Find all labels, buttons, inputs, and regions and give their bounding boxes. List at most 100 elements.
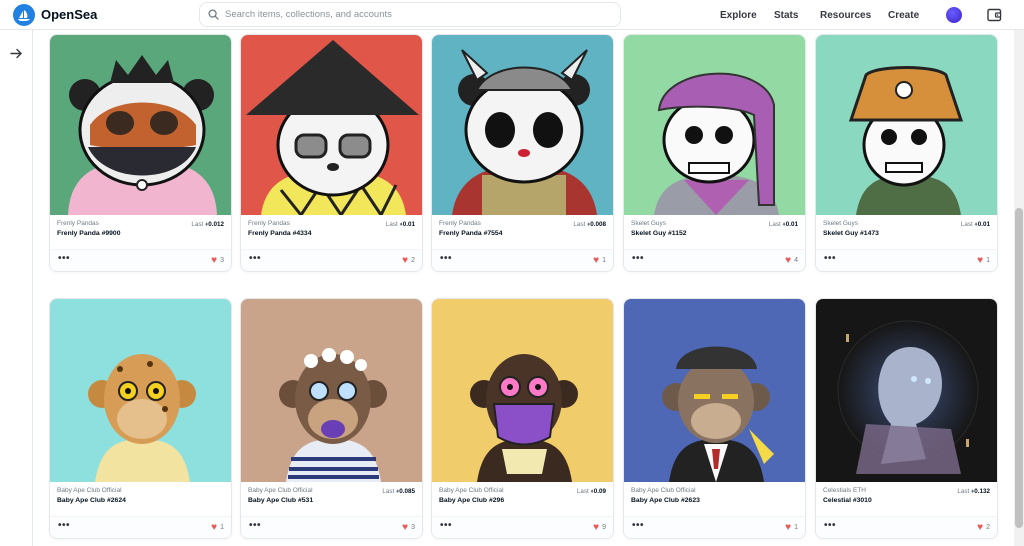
favorite-button[interactable]: ♥ 1 [977, 255, 990, 266]
search-bar[interactable] [199, 2, 621, 27]
nav-resources[interactable]: Resources [820, 0, 871, 30]
nav-create[interactable]: Create [888, 0, 919, 30]
heart-icon: ♥ [402, 522, 409, 533]
item-name: Frenly Panda #7554 [439, 230, 503, 237]
profile-avatar[interactable] [946, 7, 962, 23]
top-navigation-bar: OpenSea Explore Stats Resources Create [0, 0, 1024, 30]
card-info: Frenly Pandas Frenly Panda #7554 Last ♦0… [432, 215, 613, 249]
card-info: Baby Ape Club Official Baby Ape Club #29… [432, 482, 613, 516]
heart-icon: ♥ [593, 522, 600, 533]
page-scrollbar[interactable] [1014, 30, 1024, 546]
nft-image-baby-ape [241, 299, 422, 482]
nft-image-celestial [816, 299, 997, 482]
item-name: Skelet Guy #1473 [823, 230, 879, 237]
favorite-count: 1 [220, 524, 224, 531]
favorite-button[interactable]: ♥ 2 [977, 522, 990, 533]
more-options-button[interactable]: ••• [440, 520, 452, 531]
nft-card[interactable]: Frenly Pandas Frenly Panda #4334 Last ♦0… [240, 34, 423, 272]
more-options-button[interactable]: ••• [440, 253, 452, 264]
card-footer: ••• ♥ 3 [50, 249, 231, 271]
nft-card[interactable]: Baby Ape Club Official Baby Ape Club #26… [623, 298, 806, 539]
card-footer: ••• ♥ 2 [816, 516, 997, 538]
favorite-button[interactable]: ♥ 2 [402, 255, 415, 266]
heart-icon: ♥ [977, 522, 984, 533]
favorite-button[interactable]: ♥ 3 [211, 255, 224, 266]
card-info: Baby Ape Club Official Baby Ape Club #26… [50, 482, 231, 516]
favorite-button[interactable]: ♥ 1 [211, 522, 224, 533]
favorite-button[interactable]: ♥ 9 [593, 522, 606, 533]
item-name: Baby Ape Club #531 [248, 497, 314, 504]
last-price: Last ♦0.01 [385, 221, 415, 228]
nft-image-baby-ape [432, 299, 613, 482]
nft-image-baby-ape [624, 299, 805, 482]
nft-image-frenly-panda [432, 35, 613, 215]
favorite-count: 4 [794, 257, 798, 264]
more-options-button[interactable]: ••• [249, 253, 261, 264]
heart-icon: ♥ [977, 255, 984, 266]
heart-icon: ♥ [785, 522, 792, 533]
item-name: Frenly Panda #9900 [57, 230, 121, 237]
collection-name[interactable]: Baby Ape Club Official [631, 487, 798, 494]
nft-card[interactable]: Baby Ape Club Official Baby Ape Club #26… [49, 298, 232, 539]
nft-card[interactable]: Skelet Guys Skelet Guy #1152 Last ♦0.01 … [623, 34, 806, 272]
collection-name[interactable]: Baby Ape Club Official [57, 487, 224, 494]
nft-card[interactable]: Frenly Pandas Frenly Panda #7554 Last ♦0… [431, 34, 614, 272]
nft-card[interactable]: Celestials ETH Celestial #3010 Last ♦0.1… [815, 298, 998, 539]
nft-card[interactable]: Skelet Guys Skelet Guy #1473 Last ♦0.01 … [815, 34, 998, 272]
nft-card[interactable]: Baby Ape Club Official Baby Ape Club #53… [240, 298, 423, 539]
more-options-button[interactable]: ••• [824, 253, 836, 264]
last-price: Last ♦0.008 [573, 221, 606, 228]
favorite-count: 3 [411, 524, 415, 531]
heart-icon: ♥ [211, 255, 218, 266]
card-info: Baby Ape Club Official Baby Ape Club #26… [624, 482, 805, 516]
heart-icon: ♥ [402, 255, 409, 266]
nft-image-skelet-guy [816, 35, 997, 215]
card-info: Baby Ape Club Official Baby Ape Club #53… [241, 482, 422, 516]
card-info: Celestials ETH Celestial #3010 Last ♦0.1… [816, 482, 997, 516]
card-footer: ••• ♥ 1 [624, 516, 805, 538]
last-price: Last ♦0.132 [957, 488, 990, 495]
favorite-button[interactable]: ♥ 1 [593, 255, 606, 266]
more-options-button[interactable]: ••• [58, 253, 70, 264]
card-footer: ••• ♥ 4 [624, 249, 805, 271]
expand-filters-button[interactable] [10, 46, 23, 64]
card-footer: ••• ♥ 9 [432, 516, 613, 538]
card-info: Frenly Pandas Frenly Panda #9900 Last ♦0… [50, 215, 231, 249]
favorite-count: 9 [602, 524, 606, 531]
card-footer: ••• ♥ 3 [241, 516, 422, 538]
nft-card[interactable]: Baby Ape Club Official Baby Ape Club #29… [431, 298, 614, 539]
favorite-button[interactable]: ♥ 3 [402, 522, 415, 533]
last-price: Last ♦0.085 [382, 488, 415, 495]
last-price: Last ♦0.01 [960, 221, 990, 228]
more-options-button[interactable]: ••• [632, 253, 644, 264]
last-price: Last ♦0.012 [191, 221, 224, 228]
more-options-button[interactable]: ••• [824, 520, 836, 531]
search-input[interactable] [225, 9, 605, 20]
item-name: Baby Ape Club #2623 [631, 497, 700, 504]
more-options-button[interactable]: ••• [632, 520, 644, 531]
favorite-count: 1 [794, 524, 798, 531]
nav-stats[interactable]: Stats [774, 0, 798, 30]
favorite-count: 3 [220, 257, 224, 264]
nft-card[interactable]: Frenly Pandas Frenly Panda #9900 Last ♦0… [49, 34, 232, 272]
card-info: Skelet Guys Skelet Guy #1473 Last ♦0.01 [816, 215, 997, 249]
item-name: Baby Ape Club #2624 [57, 497, 126, 504]
nft-image-skelet-guy [624, 35, 805, 215]
favorite-count: 1 [602, 257, 606, 264]
more-options-button[interactable]: ••• [249, 520, 261, 531]
item-name: Celestial #3010 [823, 497, 872, 504]
wallet-icon[interactable] [987, 8, 1002, 27]
search-icon [208, 9, 219, 20]
opensea-logo[interactable]: OpenSea [13, 3, 97, 26]
nav-explore[interactable]: Explore [720, 0, 757, 30]
scrollbar-thumb[interactable] [1015, 208, 1023, 528]
card-footer: ••• ♥ 1 [50, 516, 231, 538]
filter-sidebar-collapsed [0, 30, 33, 546]
more-options-button[interactable]: ••• [58, 520, 70, 531]
nft-image-frenly-panda [50, 35, 231, 215]
favorite-button[interactable]: ♥ 4 [785, 255, 798, 266]
heart-icon: ♥ [593, 255, 600, 266]
favorite-button[interactable]: ♥ 1 [785, 522, 798, 533]
favorite-count: 2 [986, 524, 990, 531]
nft-image-baby-ape [50, 299, 231, 482]
